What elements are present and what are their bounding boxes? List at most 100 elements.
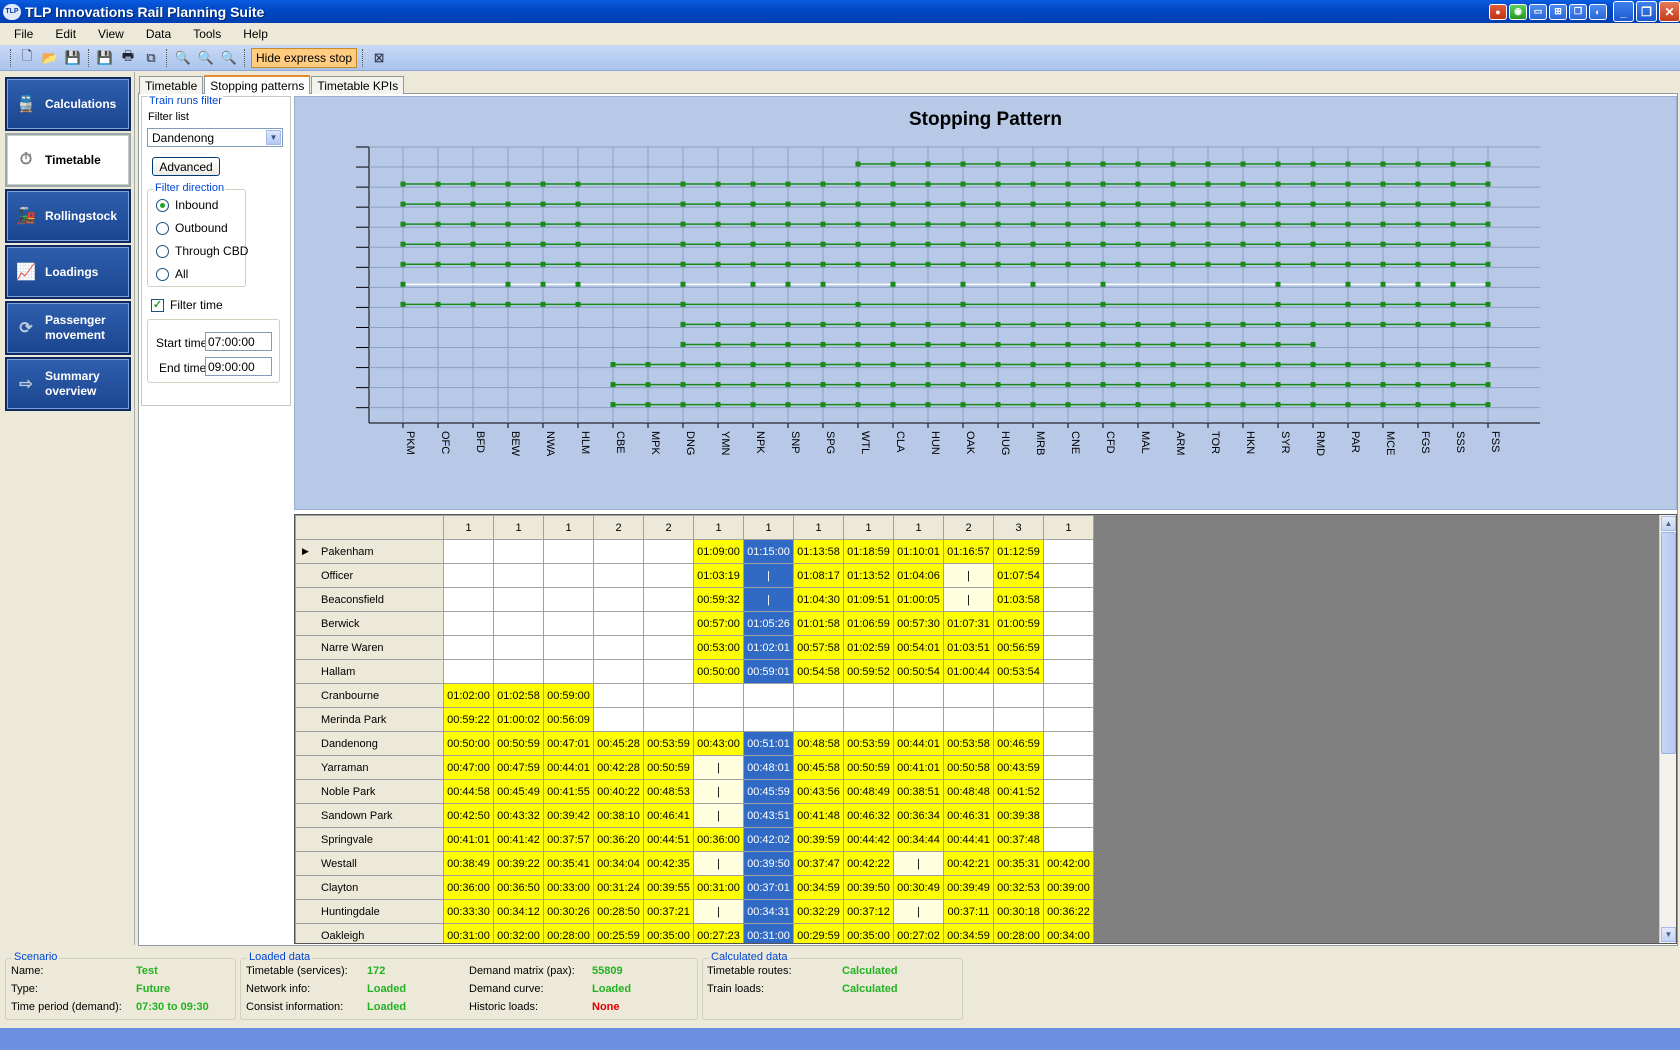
stop-marker[interactable] [855, 161, 861, 167]
start-time-input[interactable]: 07:00:00 [205, 332, 272, 351]
stop-marker[interactable] [995, 402, 1001, 408]
menu-view[interactable]: View [90, 27, 132, 41]
stop-marker[interactable] [1345, 161, 1351, 167]
radio-all[interactable]: All [156, 267, 188, 281]
stop-marker[interactable] [1450, 201, 1456, 207]
record-icon[interactable]: ● [1489, 3, 1507, 20]
stop-marker[interactable] [960, 341, 966, 347]
advanced-button[interactable]: Advanced [152, 157, 220, 176]
table-row[interactable]: Noble Park 00:44:58 00:45:49 00:41:55 00:40:… [295, 779, 1094, 804]
time-cell[interactable]: 01:07:31 [943, 611, 994, 636]
column-header[interactable]: 1 [443, 515, 494, 540]
dock-icon[interactable]: ▭ [1529, 3, 1547, 20]
time-cell[interactable]: 00:45:59 [743, 779, 794, 804]
time-cell[interactable]: 00:46:31 [943, 803, 994, 828]
stop-marker[interactable] [820, 382, 826, 388]
stop-marker[interactable] [1065, 201, 1071, 207]
stop-marker[interactable] [925, 181, 931, 187]
time-cell[interactable]: 01:04:30 [793, 587, 844, 612]
row-header[interactable]: Sandown Park [295, 803, 444, 828]
time-cell[interactable]: 00:30:26 [543, 899, 594, 924]
stop-marker[interactable] [505, 221, 511, 227]
stop-marker[interactable] [785, 241, 791, 247]
radio-button[interactable] [156, 267, 169, 281]
stop-marker[interactable] [1275, 362, 1281, 368]
stop-marker[interactable] [1485, 382, 1491, 388]
stop-marker[interactable] [1275, 181, 1281, 187]
stop-marker[interactable] [1240, 382, 1246, 388]
time-cell[interactable]: 00:41:01 [893, 755, 944, 780]
stop-marker[interactable] [750, 261, 756, 267]
time-cell[interactable]: 00:39:50 [743, 851, 794, 876]
stop-marker[interactable] [785, 402, 791, 408]
time-cell[interactable]: 00:37:11 [943, 899, 994, 924]
stop-marker[interactable] [575, 201, 581, 207]
stop-marker[interactable] [960, 201, 966, 207]
stop-marker[interactable] [960, 321, 966, 327]
time-cell[interactable]: 00:43:59 [993, 755, 1044, 780]
nav-timetable[interactable]: ⏱ Timetable [5, 133, 131, 187]
stop-marker[interactable] [1065, 382, 1071, 388]
time-cell[interactable]: 00:36:20 [593, 827, 644, 852]
stop-marker[interactable] [785, 281, 791, 287]
stop-marker[interactable] [960, 301, 966, 307]
stop-marker[interactable] [1345, 281, 1351, 287]
chevron-down-icon[interactable]: ▼ [266, 130, 281, 145]
time-cell[interactable] [1043, 659, 1094, 684]
stop-marker[interactable] [890, 201, 896, 207]
time-cell[interactable]: 00:45:28 [593, 731, 644, 756]
stop-marker[interactable] [715, 261, 721, 267]
stop-marker[interactable] [855, 261, 861, 267]
time-cell[interactable] [1043, 731, 1094, 756]
zoom-out-icon[interactable]: 🔍 [219, 48, 239, 68]
stop-marker[interactable] [645, 362, 651, 368]
stop-marker[interactable] [1380, 261, 1386, 267]
stop-marker[interactable] [715, 382, 721, 388]
stop-marker[interactable] [995, 181, 1001, 187]
stop-marker[interactable] [890, 221, 896, 227]
time-cell[interactable]: 00:42:02 [743, 827, 794, 852]
stop-marker[interactable] [575, 241, 581, 247]
time-cell[interactable]: 00:45:58 [793, 755, 844, 780]
time-cell[interactable]: 00:35:00 [843, 923, 894, 943]
stop-marker[interactable] [855, 221, 861, 227]
time-cell[interactable] [793, 707, 844, 732]
stop-marker[interactable] [1310, 221, 1316, 227]
tab-stopping-patterns[interactable]: Stopping patterns [204, 75, 311, 94]
time-cell[interactable]: 00:44:01 [543, 755, 594, 780]
filter-time-checkbox[interactable]: ✓ [151, 298, 164, 312]
stop-marker[interactable] [1380, 301, 1386, 307]
end-time-input[interactable]: 09:00:00 [205, 357, 272, 376]
nav-rollingstock[interactable]: 🚂 Rollingstock [5, 189, 131, 243]
stop-marker[interactable] [995, 201, 1001, 207]
time-cell[interactable]: 00:34:00 [1043, 923, 1094, 943]
stop-marker[interactable] [1100, 402, 1106, 408]
stop-marker[interactable] [1135, 321, 1141, 327]
stop-marker[interactable] [820, 221, 826, 227]
time-cell[interactable] [843, 707, 894, 732]
time-cell[interactable]: 00:36:22 [1043, 899, 1094, 924]
time-cell[interactable]: | [893, 899, 944, 924]
stop-marker[interactable] [1065, 261, 1071, 267]
zoom-in-icon[interactable]: 🔍 [196, 48, 216, 68]
stop-marker[interactable] [855, 201, 861, 207]
row-header[interactable]: Yarraman [295, 755, 444, 780]
stop-marker[interactable] [855, 341, 861, 347]
time-cell[interactable]: 00:38:49 [443, 851, 494, 876]
stop-marker[interactable] [680, 201, 686, 207]
column-header[interactable]: 1 [743, 515, 794, 540]
stop-marker[interactable] [1100, 362, 1106, 368]
stop-marker[interactable] [1205, 382, 1211, 388]
stop-marker[interactable] [855, 241, 861, 247]
stop-marker[interactable] [715, 402, 721, 408]
time-cell[interactable] [593, 611, 644, 636]
row-header[interactable]: Merinda Park [295, 707, 444, 732]
stop-marker[interactable] [960, 362, 966, 368]
stop-marker[interactable] [1310, 161, 1316, 167]
stop-marker[interactable] [540, 201, 546, 207]
row-header[interactable]: Noble Park [295, 779, 444, 804]
stop-marker[interactable] [925, 201, 931, 207]
time-cell[interactable]: 00:37:21 [643, 899, 694, 924]
stop-marker[interactable] [505, 241, 511, 247]
time-cell[interactable]: 00:59:22 [443, 707, 494, 732]
